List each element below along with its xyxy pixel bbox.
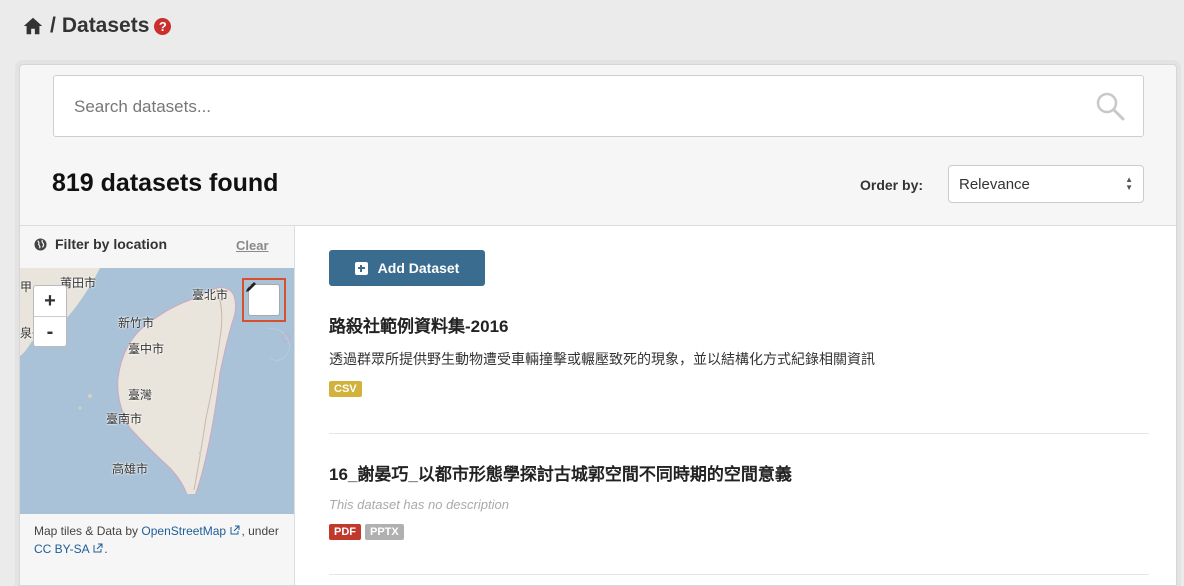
zoom-in-button[interactable]: + (34, 286, 66, 317)
openstreetmap-link[interactable]: OpenStreetMap (141, 524, 226, 538)
location-map[interactable]: 莆田市 臺北市 新竹市 臺中市 臺灣 臺南市 高雄市 甲 泉州 + - (20, 268, 294, 514)
map-label: 臺北市 (192, 288, 229, 302)
dataset-description: 透過群眾所提供野生動物遭受車輛撞擊或輾壓致死的現象，並以結構化方式紀錄相關資訊 (329, 351, 875, 367)
map-label: 高雄市 (112, 462, 149, 476)
home-icon[interactable] (22, 15, 44, 37)
draw-area-button-inner (246, 282, 280, 316)
dataset-item: 16_謝晏巧_以都市形態學探討古城郭空間不同時期的空間意義 This datas… (329, 460, 1149, 540)
dataset-title[interactable]: 路殺社範例資料集-2016 (329, 312, 1149, 337)
add-dataset-button[interactable]: Add Dataset (329, 250, 485, 286)
format-badge-pdf[interactable]: PDF (329, 524, 361, 540)
clear-filter-link[interactable]: Clear (236, 238, 269, 253)
dataset-list: Add Dataset 路殺社範例資料集-2016 透過群眾所提供野生動物遭受車… (294, 225, 1176, 585)
map-label: 臺灣 (128, 388, 153, 402)
pencil-icon (246, 282, 256, 292)
external-link-icon (93, 543, 103, 553)
format-badge-csv[interactable]: CSV (329, 381, 362, 397)
select-arrows-icon: ▲ ▼ (1125, 175, 1133, 192)
help-icon[interactable]: ? (154, 17, 172, 35)
draw-area-button[interactable] (242, 278, 286, 322)
map-label: 新竹市 (118, 316, 155, 330)
order-by-label: Order by: (860, 177, 924, 193)
filter-title: Filter by location (55, 236, 168, 252)
breadcrumb: / Datasets ? (22, 14, 172, 38)
location-filter: Filter by location Clear 莆田市 臺北市 新竹市 臺中市… (20, 225, 294, 585)
dataset-item: 路殺社範例資料集-2016 透過群眾所提供野生動物遭受車輛撞擊或輾壓致死的現象，… (329, 312, 1149, 397)
datasets-panel: 819 datasets found Order by: Relevance ▲… (19, 64, 1177, 586)
format-badges: PDF PPTX (329, 524, 1149, 540)
add-dataset-label: Add Dataset (377, 260, 460, 276)
attribution-suffix: . (104, 542, 108, 556)
order-by-select[interactable]: Relevance ▲ ▼ (948, 165, 1144, 203)
map-label: 臺中市 (128, 342, 165, 356)
breadcrumb-separator: / (50, 14, 56, 37)
search-box (53, 75, 1144, 138)
format-badges: CSV (329, 381, 1149, 397)
map-label: 臺南市 (106, 412, 143, 426)
external-link-icon (230, 525, 240, 535)
attribution-middle: , under (241, 524, 279, 538)
dataset-title[interactable]: 16_謝晏巧_以都市形態學探討古城郭空間不同時期的空間意義 (329, 460, 1149, 485)
map-attribution: Map tiles & Data by OpenStreetMap , unde… (34, 522, 284, 558)
results-count: 819 datasets found (52, 169, 279, 197)
search-input[interactable] (54, 76, 1076, 138)
search-icon[interactable] (1095, 91, 1125, 121)
page-title[interactable]: Datasets (62, 14, 150, 38)
globe-icon (34, 237, 47, 251)
order-by-value: Relevance (959, 175, 1030, 193)
divider (329, 574, 1149, 575)
divider (329, 433, 1149, 434)
attribution-prefix: Map tiles & Data by (34, 524, 142, 538)
filter-heading: Filter by location (34, 236, 167, 252)
dataset-description: This dataset has no description (329, 497, 509, 512)
format-badge-pptx[interactable]: PPTX (365, 524, 404, 540)
license-link[interactable]: CC BY-SA (34, 542, 89, 556)
map-label: 甲 (20, 280, 33, 294)
zoom-control: + - (33, 285, 67, 347)
zoom-out-button[interactable]: - (34, 317, 66, 347)
plus-square-icon (354, 261, 368, 275)
